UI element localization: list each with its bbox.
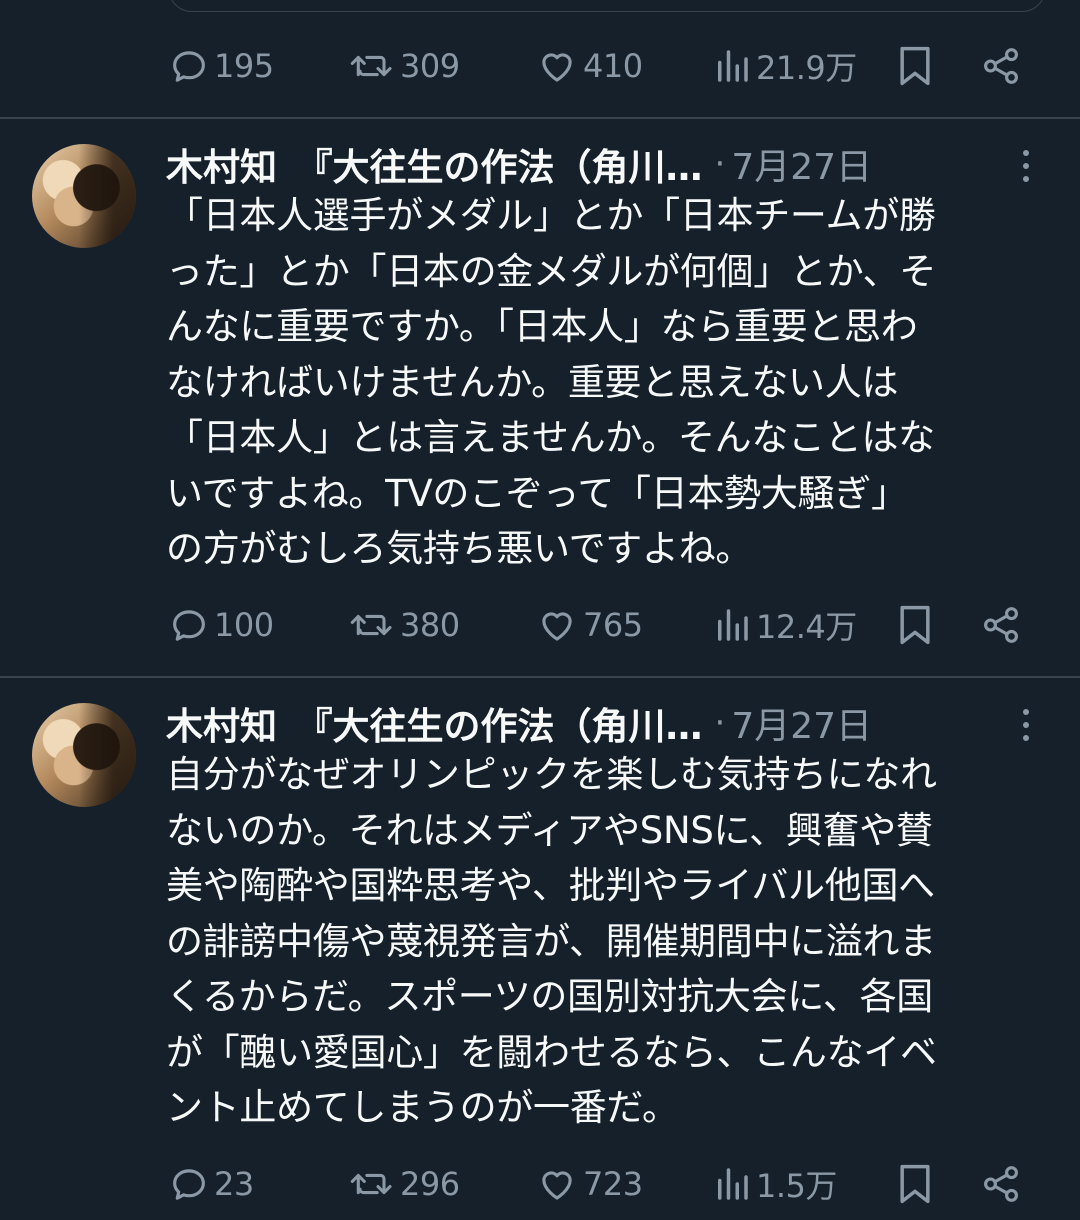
share-button[interactable] bbox=[980, 36, 1022, 96]
tweet-date[interactable]: 7月27日 bbox=[731, 138, 872, 190]
bookmark-icon bbox=[895, 44, 935, 88]
retweet-button[interactable]: 309 bbox=[348, 36, 460, 96]
reply-button[interactable]: 100 bbox=[168, 595, 274, 655]
bookmark-button[interactable] bbox=[895, 36, 935, 96]
heart-icon bbox=[535, 45, 579, 87]
like-button[interactable]: 410 bbox=[535, 36, 643, 96]
retweet-count: 309 bbox=[400, 47, 460, 85]
share-icon bbox=[980, 604, 1022, 646]
avatar[interactable] bbox=[32, 144, 136, 248]
action-bar: 100 380 765 12.4万 bbox=[0, 595, 1080, 655]
like-count: 765 bbox=[583, 606, 643, 644]
view-count: 12.4万 bbox=[756, 608, 857, 646]
retweet-count: 296 bbox=[400, 1165, 460, 1203]
reply-icon bbox=[168, 45, 210, 87]
like-button[interactable]: 765 bbox=[535, 595, 643, 655]
reply-count: 23 bbox=[214, 1165, 254, 1203]
author-name[interactable]: 木村知 『大往生の作法（角川… bbox=[166, 696, 703, 750]
more-icon[interactable] bbox=[1012, 703, 1040, 747]
separator-dot: · bbox=[714, 703, 726, 743]
views-icon bbox=[712, 1163, 752, 1205]
tweet-date[interactable]: 7月27日 bbox=[731, 697, 872, 749]
view-count: 21.9万 bbox=[756, 49, 857, 87]
action-bar: 23 296 723 1.5万 bbox=[0, 1154, 1080, 1214]
like-count: 723 bbox=[583, 1165, 643, 1203]
views-button[interactable]: 12.4万 bbox=[712, 595, 857, 655]
retweet-button[interactable]: 380 bbox=[348, 595, 460, 655]
heart-icon bbox=[535, 604, 579, 646]
separator-dot: · bbox=[714, 144, 726, 184]
heart-icon bbox=[535, 1163, 579, 1205]
author-name[interactable]: 木村知 『大往生の作法（角川… bbox=[166, 137, 703, 191]
retweet-icon bbox=[348, 45, 396, 87]
bookmark-button[interactable] bbox=[895, 1154, 935, 1214]
tweet-text: 「日本人選手がメダル」とか「日本チームが勝 った」とか「日本の金メダルが何個」と… bbox=[166, 194, 936, 570]
share-icon bbox=[980, 1163, 1022, 1205]
avatar[interactable] bbox=[32, 703, 136, 807]
action-bar: 195 309 410 21.9万 bbox=[0, 36, 1080, 96]
tweet[interactable]: 木村知 『大往生の作法（角川… · 7月27日 自分がなぜオリンピックを楽しむ気… bbox=[0, 677, 1080, 1220]
reply-button[interactable]: 195 bbox=[168, 36, 274, 96]
retweet-button[interactable]: 296 bbox=[348, 1154, 460, 1214]
share-button[interactable] bbox=[980, 1154, 1022, 1214]
bookmark-icon bbox=[895, 603, 935, 647]
reply-count: 195 bbox=[214, 47, 274, 85]
more-icon[interactable] bbox=[1012, 144, 1040, 188]
like-count: 410 bbox=[583, 47, 643, 85]
views-button[interactable]: 1.5万 bbox=[712, 1154, 837, 1214]
tweet-header: 木村知 『大往生の作法（角川… · 7月27日 bbox=[166, 136, 1046, 192]
tweet[interactable]: 木村知 『大往生の作法（角川… · 7月27日 「日本人選手がメダル」とか「日本… bbox=[0, 118, 1080, 675]
share-icon bbox=[980, 45, 1022, 87]
retweet-icon bbox=[348, 604, 396, 646]
views-button[interactable]: 21.9万 bbox=[712, 36, 857, 96]
retweet-count: 380 bbox=[400, 606, 460, 644]
tweet-text: 自分がなぜオリンピックを楽しむ気持ちになれ ないのか。それはメディアやSNSに、… bbox=[166, 753, 937, 1129]
tweet-header: 木村知 『大往生の作法（角川… · 7月27日 bbox=[166, 695, 1046, 751]
view-count: 1.5万 bbox=[756, 1167, 837, 1205]
views-icon bbox=[712, 604, 752, 646]
bookmark-icon bbox=[895, 1162, 935, 1206]
bookmark-button[interactable] bbox=[895, 595, 935, 655]
reply-icon bbox=[168, 604, 210, 646]
quoted-card-edge[interactable] bbox=[168, 0, 1046, 12]
reply-count: 100 bbox=[214, 606, 274, 644]
timeline-feed: 195 309 410 21.9万 木村知 『大往生の作法（角川… · 7月27… bbox=[0, 0, 1080, 1220]
reply-button[interactable]: 23 bbox=[168, 1154, 254, 1214]
like-button[interactable]: 723 bbox=[535, 1154, 643, 1214]
share-button[interactable] bbox=[980, 595, 1022, 655]
views-icon bbox=[712, 45, 752, 87]
retweet-icon bbox=[348, 1163, 396, 1205]
reply-icon bbox=[168, 1163, 210, 1205]
